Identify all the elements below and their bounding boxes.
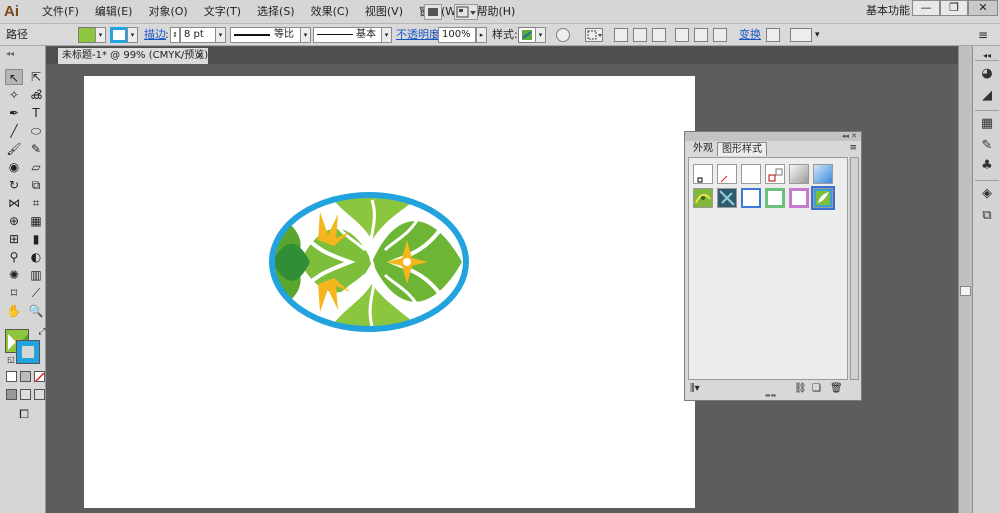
width-tool-icon[interactable]: ⋈ (5, 195, 23, 211)
tab-graphic-styles[interactable]: 图形样式 (717, 142, 767, 156)
blend-tool-icon[interactable]: ◐ (27, 249, 45, 265)
scale-tool-icon[interactable]: ⧉ (27, 177, 45, 193)
gradient-mode-button[interactable] (20, 371, 31, 382)
graphic-styles-list (688, 157, 848, 380)
leaf-pattern-icon (816, 191, 830, 205)
graphic-style-purple-outline[interactable] (789, 188, 809, 208)
pen-tool-icon[interactable]: ✒ (5, 105, 23, 121)
draw-behind-button[interactable] (20, 389, 31, 400)
graphic-style-gray-gradient[interactable] (789, 164, 809, 184)
default-fill-stroke-icon[interactable]: ◱ (2, 352, 20, 368)
graphic-style-default[interactable] (693, 164, 713, 184)
none-mode-button[interactable] (34, 371, 45, 383)
graphic-style-stroke-none[interactable] (765, 164, 785, 184)
color-guide-icon[interactable]: ◢ (979, 88, 995, 104)
dock-expand-icon[interactable]: ◂◂ (979, 48, 995, 64)
mesh-tool-icon[interactable]: ⊞ (5, 231, 23, 247)
tools-panel-grip-icon[interactable]: ◂◂ (6, 49, 14, 58)
paintbrush-tool-icon[interactable]: 🖌 (5, 141, 23, 157)
swatches-panel-icon[interactable]: ▦ (979, 116, 995, 132)
swap-fill-stroke-icon[interactable]: ⤢ (33, 324, 51, 340)
symbol-sprayer-icon[interactable]: ✺ (5, 267, 23, 283)
gradient-tool-icon[interactable]: ▮ (27, 231, 45, 247)
panel-scrollbar[interactable] (850, 157, 859, 380)
eraser-tool-icon[interactable]: ▱ (27, 159, 45, 175)
panel-dock: ◂◂ ◕ ◢ ▦ ✎ ♣ ◈ ⧉ (972, 46, 1000, 513)
eyedropper-tool-icon[interactable]: ⚲ (5, 249, 23, 265)
perspective-grid-icon[interactable]: ▦ (27, 213, 45, 229)
draw-normal-button[interactable] (6, 389, 17, 400)
type-tool-icon[interactable]: T (27, 105, 45, 121)
color-mode-button[interactable] (6, 371, 17, 382)
graphic-style-blue-outline[interactable] (741, 188, 761, 208)
selection-tool-icon[interactable]: ↖ (5, 69, 23, 85)
graphic-style-white[interactable] (741, 164, 761, 184)
new-style-icon[interactable]: ❏ (812, 382, 821, 396)
zoom-tool-icon[interactable]: 🔍 (27, 303, 45, 319)
graphic-style-green-pattern[interactable] (693, 188, 713, 208)
vertical-scrollbar[interactable] (958, 46, 972, 513)
slice-tool-icon[interactable]: ⟋ (27, 285, 45, 301)
blob-brush-icon[interactable]: ◉ (5, 159, 23, 175)
delete-style-icon[interactable]: 🗑 (830, 382, 843, 396)
break-link-icon[interactable]: ⛓ (794, 382, 807, 396)
ellipse-tool-icon[interactable]: ⬭ (27, 123, 45, 139)
screen-mode-icon[interactable]: ⧠ (14, 406, 34, 422)
style-libraries-icon[interactable]: ⫼▾ (690, 382, 700, 396)
graphic-style-selected-leaf[interactable] (811, 186, 835, 210)
symbols-panel-icon[interactable]: ♣ (979, 158, 995, 174)
graphic-styles-panel: ◂◂ ✕ 外观 图形样式 ≡ ⫼▾ ⛓ ❏ 🗑 ▬▬ (684, 131, 862, 401)
column-graph-icon[interactable]: ▥ (27, 267, 45, 283)
color-panel-icon[interactable]: ◕ (979, 66, 995, 82)
panel-menu-icon[interactable]: ≡ (849, 143, 857, 153)
line-tool-icon[interactable]: ╱ (5, 123, 23, 139)
shape-builder-icon[interactable]: ⊕ (5, 213, 23, 229)
panel-resize-grip[interactable]: ▬▬ (765, 392, 776, 399)
tools-panel: ◂◂ ↖ ⇱ ✧ ൿ ✒ T ╱ ⬭ 🖌 ✎ ◉ ▱ ↻ ⧉ ⋈ ⌗ ⊕ ▦ ⊞… (0, 46, 46, 513)
graphic-style-green-outline[interactable] (765, 188, 785, 208)
selected-ellipse-artwork[interactable] (269, 192, 470, 333)
graphic-style-teal-pattern[interactable] (717, 188, 737, 208)
lasso-tool-icon[interactable]: ൿ (27, 87, 45, 103)
free-transform-icon[interactable]: ⌗ (27, 195, 45, 211)
pencil-tool-icon[interactable]: ✎ (27, 141, 45, 157)
hand-tool-icon[interactable]: ✋ (5, 303, 23, 319)
graphic-style-no-stroke[interactable] (717, 164, 737, 184)
panel-title-bar[interactable]: ◂◂ ✕ (685, 132, 861, 141)
layers-panel-icon[interactable]: ◈ (979, 186, 995, 202)
rotate-tool-icon[interactable]: ↻ (5, 177, 23, 193)
direct-selection-icon[interactable]: ⇱ (27, 69, 45, 85)
scrollbar-thumb[interactable] (960, 286, 971, 296)
artboard-tool-icon[interactable]: ⌑ (5, 285, 23, 301)
tab-appearance[interactable]: 外观 (689, 142, 717, 156)
brushes-panel-icon[interactable]: ✎ (979, 138, 995, 154)
magic-wand-icon[interactable]: ✧ (5, 87, 23, 103)
graphic-style-blue-gradient[interactable] (813, 164, 833, 184)
draw-inside-button[interactable] (34, 389, 45, 400)
artboards-panel-icon[interactable]: ⧉ (979, 208, 995, 224)
none-swatch-icon (34, 372, 45, 383)
